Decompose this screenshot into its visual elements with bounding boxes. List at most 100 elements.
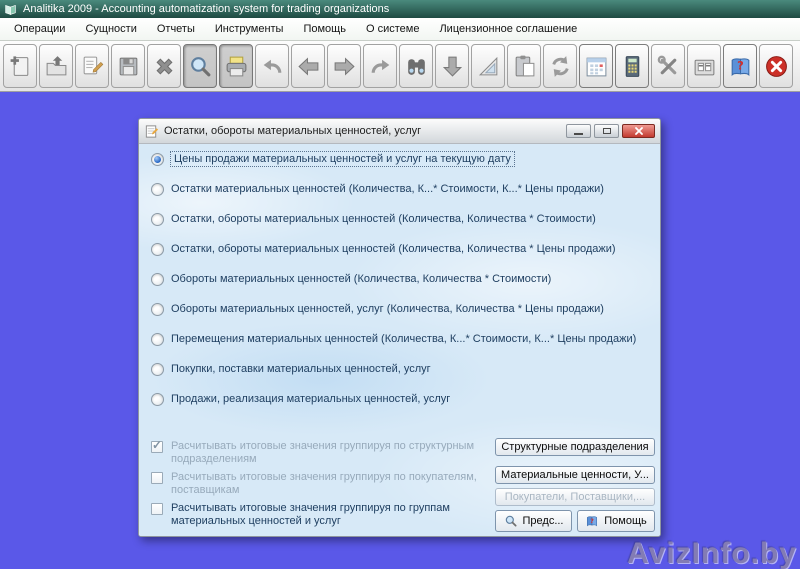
close-button[interactable] — [622, 124, 655, 138]
toolbar-save-button[interactable] — [111, 44, 145, 88]
radio-label[interactable]: Перемещения материальных ценностей (Коли… — [171, 333, 636, 345]
calculator-icon — [620, 54, 645, 79]
toolbar-forward-button[interactable] — [327, 44, 361, 88]
toolbar: ? — [0, 41, 800, 92]
print-icon — [224, 54, 249, 79]
checkbox-row: Расчитывать итоговые значения группируя … — [151, 471, 487, 497]
new-document-icon — [8, 54, 33, 79]
edit-document-icon — [80, 54, 105, 79]
radio-row[interactable]: Остатки, обороты материальных ценностей … — [139, 204, 660, 234]
desktop: Остатки, обороты материальных ценностей,… — [0, 92, 800, 569]
redo-icon — [368, 54, 393, 79]
radio-row[interactable]: Остатки, обороты материальных ценностей … — [139, 234, 660, 264]
toolbar-exit-button[interactable] — [759, 44, 793, 88]
dialog-window: Остатки, обороты материальных ценностей,… — [138, 118, 661, 537]
svg-text:?: ? — [737, 58, 744, 72]
toolbar-calendar-button[interactable] — [579, 44, 613, 88]
dialog-title: Остатки, обороты материальных ценностей,… — [164, 125, 563, 137]
radio-row[interactable]: Продажи, реализация материальных ценност… — [139, 384, 660, 414]
radio-label[interactable]: Остатки материальных ценностей (Количест… — [171, 183, 604, 195]
menu-entities[interactable]: Сущности — [77, 20, 144, 38]
card-index-icon — [692, 54, 717, 79]
undo-icon — [260, 54, 285, 79]
exit-icon — [764, 54, 789, 79]
paste-icon — [512, 54, 537, 79]
toolbar-download-button[interactable] — [435, 44, 469, 88]
checkbox-label[interactable]: Расчитывать итоговые значения группируя … — [171, 502, 487, 528]
radio-button[interactable] — [151, 333, 164, 346]
radio-button[interactable] — [151, 303, 164, 316]
toolbar-calculator-button[interactable] — [615, 44, 649, 88]
toolbar-print-button[interactable] — [219, 44, 253, 88]
radio-row[interactable]: Обороты материальных ценностей, услуг (К… — [139, 294, 660, 324]
menu-operations[interactable]: Операции — [6, 20, 73, 38]
menu-help[interactable]: Помощь — [295, 20, 354, 38]
toolbar-redo-button[interactable] — [363, 44, 397, 88]
checkbox-row: ✓ Расчитывать итоговые значения группиру… — [151, 440, 487, 466]
toolbar-search-preview-button[interactable] — [183, 44, 217, 88]
radio-button[interactable] — [151, 393, 164, 406]
tools-icon — [656, 54, 681, 79]
checkbox[interactable] — [151, 503, 163, 515]
dialog-titlebar[interactable]: Остатки, обороты материальных ценностей,… — [139, 119, 660, 144]
menu-tools[interactable]: Инструменты — [207, 20, 292, 38]
toolbar-paste-button[interactable] — [507, 44, 541, 88]
help-button-label: Помощь — [604, 515, 647, 527]
radio-label[interactable]: Остатки, обороты материальных ценностей … — [171, 213, 596, 225]
toolbar-back-button[interactable] — [291, 44, 325, 88]
set-square-icon — [476, 54, 501, 79]
search-icon — [504, 514, 518, 528]
radio-row[interactable]: Цены продажи материальных ценностей и ус… — [139, 144, 660, 174]
radio-label[interactable]: Остатки, обороты материальных ценностей … — [171, 243, 616, 255]
toolbar-help-button[interactable]: ? — [723, 44, 757, 88]
radio-row[interactable]: Обороты материальных ценностей (Количест… — [139, 264, 660, 294]
radio-button[interactable] — [151, 363, 164, 376]
toolbar-undo-button[interactable] — [255, 44, 289, 88]
toolbar-refresh-button[interactable] — [543, 44, 577, 88]
maximize-button[interactable] — [594, 124, 619, 138]
checkbox-row[interactable]: Расчитывать итоговые значения группируя … — [151, 502, 487, 528]
radio-label[interactable]: Обороты материальных ценностей (Количест… — [171, 273, 551, 285]
menu-reports[interactable]: Отчеты — [149, 20, 203, 38]
help-button[interactable]: ? Помощь — [577, 510, 655, 532]
toolbar-edit-document-button[interactable] — [75, 44, 109, 88]
radio-row[interactable]: Покупки, поставки материальных ценностей… — [139, 354, 660, 384]
radio-label[interactable]: Обороты материальных ценностей, услуг (К… — [171, 303, 604, 315]
toolbar-measure-button[interactable] — [471, 44, 505, 88]
radio-button[interactable] — [151, 273, 164, 286]
menubar: Операции Сущности Отчеты Инструменты Пом… — [0, 18, 800, 41]
radio-button[interactable] — [151, 243, 164, 256]
arrow-right-icon — [332, 54, 357, 79]
toolbar-new-document-button[interactable] — [3, 44, 37, 88]
menu-about[interactable]: О системе — [358, 20, 427, 38]
toolbar-tools-button[interactable] — [651, 44, 685, 88]
material-values-button[interactable]: Материальные ценности, У... — [495, 466, 655, 484]
help-book-icon: ? — [728, 54, 753, 79]
radio-label[interactable]: Цены продажи материальных ценностей и ус… — [171, 152, 514, 166]
close-icon — [634, 126, 644, 136]
toolbar-card-index-button[interactable] — [687, 44, 721, 88]
radio-row[interactable]: Перемещения материальных ценностей (Коли… — [139, 324, 660, 354]
radio-button[interactable] — [151, 213, 164, 226]
dialog-body: Цены продажи материальных ценностей и ус… — [139, 144, 660, 536]
buyers-suppliers-button: Покупатели, Поставщики,... — [495, 488, 655, 506]
toolbar-delete-button[interactable] — [147, 44, 181, 88]
delete-icon — [152, 54, 177, 79]
radio-button[interactable] — [151, 153, 164, 166]
arrow-down-icon — [440, 54, 465, 79]
checkbox: ✓ — [151, 441, 163, 453]
binoculars-icon — [404, 54, 429, 79]
preview-button[interactable]: Предс... — [495, 510, 572, 532]
toolbar-open-folder-button[interactable] — [39, 44, 73, 88]
radio-button[interactable] — [151, 183, 164, 196]
radio-label[interactable]: Продажи, реализация материальных ценност… — [171, 393, 450, 405]
structural-units-button[interactable]: Структурные подразделения — [495, 438, 655, 456]
radio-label[interactable]: Покупки, поставки материальных ценностей… — [171, 363, 431, 375]
minimize-button[interactable] — [566, 124, 591, 138]
calendar-icon — [584, 54, 609, 79]
radio-row[interactable]: Остатки материальных ценностей (Количест… — [139, 174, 660, 204]
menu-license[interactable]: Лицензионное соглашение — [431, 20, 585, 38]
open-folder-icon — [44, 54, 69, 79]
notepad-icon — [144, 124, 159, 139]
toolbar-find-button[interactable] — [399, 44, 433, 88]
